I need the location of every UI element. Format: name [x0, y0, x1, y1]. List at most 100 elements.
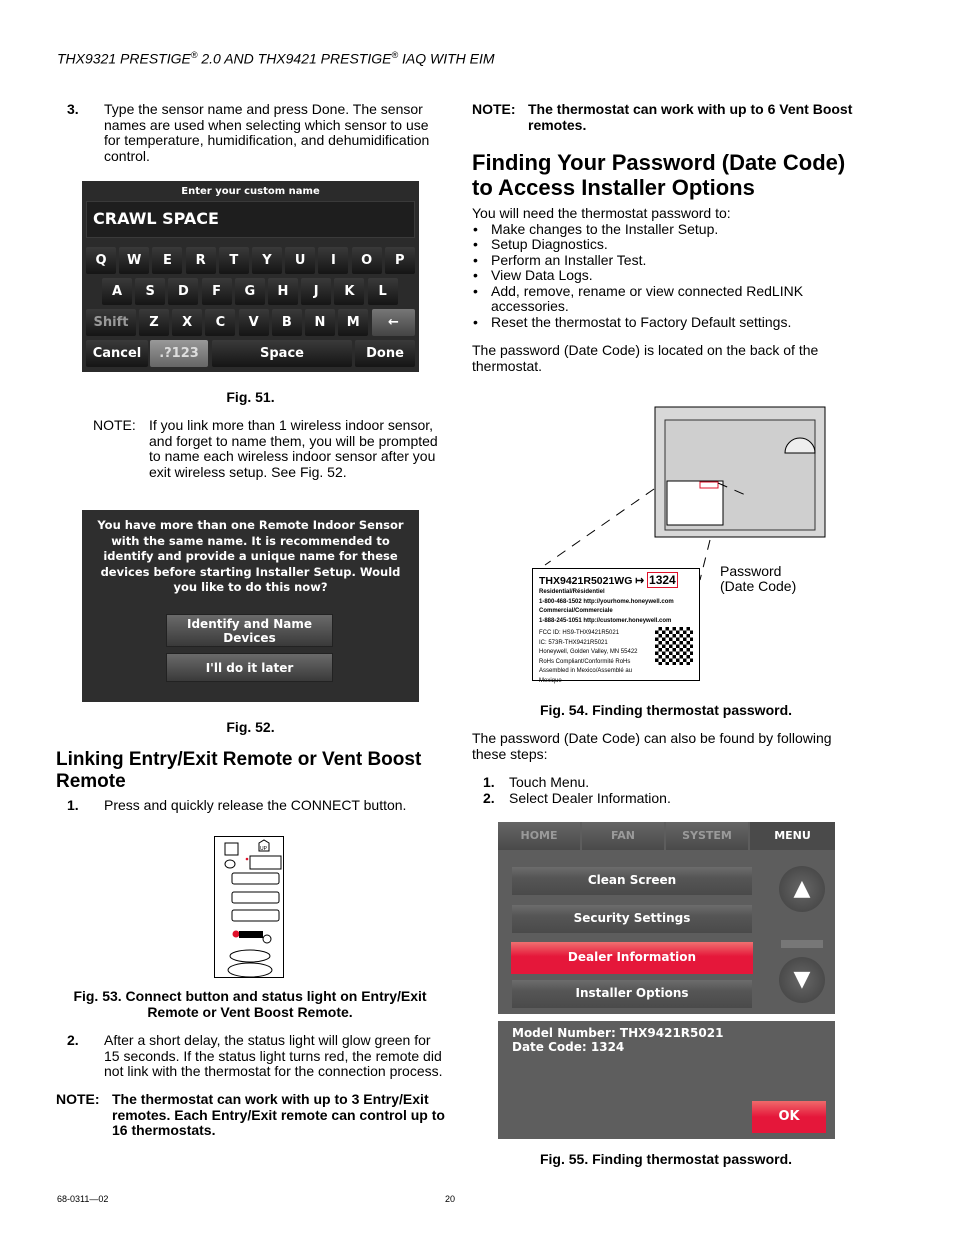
space-key[interactable]: Space — [212, 340, 352, 367]
key-j[interactable]: J — [301, 278, 332, 305]
key-z[interactable]: Z — [139, 309, 169, 336]
key-s[interactable]: S — [135, 278, 166, 305]
bullet-item: Reset the thermostat to Factory Default … — [472, 314, 852, 331]
label-fine-line: Honeywell, Golden Valley, MN 55422 — [539, 649, 638, 655]
model-number: THX9421R5021WG — [539, 575, 633, 587]
shift-key[interactable]: Shift — [86, 309, 136, 336]
label-line: 1-888-245-1051 http://customer.honeywell… — [539, 617, 672, 624]
bullet-item: Add, remove, rename or view connected Re… — [472, 283, 852, 315]
tab-home[interactable]: HOME — [498, 822, 580, 850]
note-vent-boost: NOTE: The thermostat can work with up to … — [472, 101, 853, 133]
label-fine-line: RoHs Compliant/Conformité RoHs — [539, 658, 631, 665]
fig51-keyboard-screen: Enter your custom name CRAWL SPACE QWERT… — [82, 181, 419, 372]
label-fine-line: FCC ID: HS9-THX9421R5021 — [539, 630, 620, 636]
bullet-item: Perform an Installer Test. — [472, 252, 852, 269]
step-number: 2. — [483, 789, 495, 806]
password-callout: Password (Date Code) — [720, 563, 797, 594]
fig51-caption: Fig. 51. — [226, 389, 275, 405]
keyboard-title: Enter your custom name — [181, 186, 320, 197]
cancel-key[interactable]: Cancel — [86, 340, 148, 367]
scroll-indicator — [781, 940, 823, 948]
key-v[interactable]: V — [238, 309, 269, 336]
note-2: NOTE: The thermostat can work with up to … — [56, 1091, 445, 1138]
label-line: Residential/Résidentiel — [539, 589, 605, 595]
key-h[interactable]: H — [268, 278, 298, 305]
note-1: NOTE: If you link more than 1 wireless in… — [93, 417, 438, 480]
running-header: THX9321 PRESTIGE® 2.0 AND THX9421 PRESTI… — [57, 50, 495, 67]
key-p[interactable]: P — [384, 247, 415, 274]
key-k[interactable]: K — [334, 278, 365, 305]
key-g[interactable]: G — [234, 278, 265, 305]
fig53-remote-illustration: UP — [214, 836, 284, 978]
up-label: UP — [260, 846, 268, 852]
dealer-info-panel: Model Number: THX9421R5021 Date Code: 13… — [498, 1021, 835, 1139]
menu-item-dealer-information[interactable]: Dealer Information — [511, 942, 753, 974]
do-it-later-button[interactable]: I'll do it later — [166, 653, 333, 682]
key-u[interactable]: U — [285, 247, 316, 274]
label-fine-line: IC: 573R-THX9421R5021 — [539, 639, 608, 646]
step-text: Select Dealer Information. — [509, 789, 671, 806]
backspace-key[interactable]: ← — [372, 309, 415, 336]
date-code: 1324 — [647, 572, 678, 588]
fig52-caption: Fig. 52. — [226, 719, 275, 735]
key-o[interactable]: O — [351, 247, 382, 274]
bullet-item: Make changes to the Installer Setup. — [472, 221, 852, 238]
menu-step: 2. Select Dealer Information. — [483, 789, 671, 807]
scroll-down-button[interactable]: ▼ — [779, 957, 825, 1003]
qr-code — [655, 627, 693, 665]
step-number: 1. — [483, 774, 495, 790]
fig54-thermostat-back: THX9421R5021WG ↦ 1324 Residential/Réside… — [530, 405, 830, 685]
label-line: 1-800-468-1502 http://yourhome.honeywell… — [539, 598, 674, 605]
section-title-password: Finding Your Password (Date Code) to Acc… — [472, 150, 846, 200]
fig55-caption: Fig. 55. Finding thermostat password. — [539, 1151, 793, 1167]
key-r[interactable]: R — [185, 247, 216, 274]
password-intro: You will need the thermostat password to… — [472, 205, 852, 374]
menu-item-clean-screen[interactable]: Clean Screen — [512, 867, 752, 895]
key-d[interactable]: D — [168, 278, 199, 305]
custom-name-input[interactable]: CRAWL SPACE — [86, 201, 415, 238]
label-fine-line: Assembled in Mexico/Assemblé au Mexique — [539, 668, 633, 684]
tab-menu[interactable]: MENU — [750, 822, 835, 850]
status-light — [245, 857, 249, 861]
key-m[interactable]: M — [338, 309, 369, 336]
menu-item-installer-options[interactable]: Installer Options — [512, 979, 752, 1008]
key-e[interactable]: E — [152, 247, 183, 274]
symbols-key[interactable]: .?123 — [150, 340, 208, 367]
scroll-up-button[interactable]: ▲ — [779, 866, 825, 912]
connect-button[interactable] — [232, 930, 240, 938]
identify-and-name-button[interactable]: Identify and Name Devices — [166, 614, 333, 647]
page-number: 20 — [445, 1194, 456, 1204]
fig53-caption: Fig. 53. Connect button and status light… — [73, 988, 427, 1020]
key-t[interactable]: T — [218, 247, 249, 274]
doc-number: 68-0311—02 — [57, 1194, 109, 1204]
step-2: 2. After a short delay, the status light … — [67, 1032, 443, 1079]
menu-item-security-settings[interactable]: Security Settings — [512, 904, 752, 933]
key-b[interactable]: B — [271, 309, 302, 336]
done-key[interactable]: Done — [355, 340, 415, 367]
dialog-message: You have more than one Remote Indoor Sen… — [97, 518, 404, 594]
key-y[interactable]: Y — [252, 247, 282, 274]
key-l[interactable]: L — [367, 278, 398, 305]
label-line: Commercial/Commerciale — [539, 608, 613, 614]
key-x[interactable]: X — [172, 309, 203, 336]
tab-system[interactable]: SYSTEM — [666, 822, 748, 850]
step-1: 1. Press and quickly release the CONNECT … — [67, 797, 407, 813]
product-label: THX9421R5021WG ↦ 1324 Residential/Réside… — [532, 568, 700, 684]
key-w[interactable]: W — [119, 247, 150, 274]
step-3: 3. Type the sensor name and press Done. T… — [67, 101, 430, 164]
menu-steps: 1. Touch Menu. 2. Select Dealer Information… — [483, 774, 671, 807]
dealer-model-number: Model Number: THX9421R5021 — [512, 1026, 724, 1040]
also-found-text: The password (Date Code) can also be fou… — [472, 730, 832, 762]
ok-button[interactable]: OK — [752, 1101, 826, 1133]
key-n[interactable]: N — [305, 309, 335, 336]
section-title-linking: Linking Entry/Exit Remote or Vent Boost … — [56, 749, 422, 792]
tab-fan[interactable]: FAN — [582, 822, 664, 850]
bullet-item: Setup Diagnostics. — [472, 236, 852, 253]
key-i[interactable]: I — [318, 247, 349, 274]
key-a[interactable]: A — [102, 278, 132, 305]
step-text: Touch Menu. — [509, 774, 590, 790]
key-q[interactable]: Q — [86, 247, 116, 274]
key-c[interactable]: C — [205, 309, 236, 336]
key-f[interactable]: F — [201, 278, 232, 305]
fig54-caption: Fig. 54. Finding thermostat password. — [539, 702, 793, 718]
